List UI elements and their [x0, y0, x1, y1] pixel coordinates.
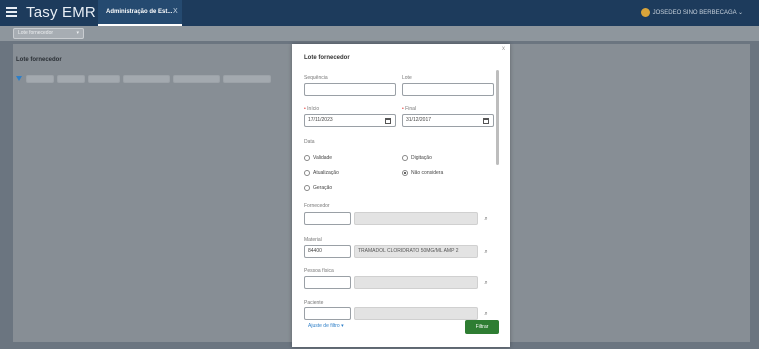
radio-digitacao-label: Digitação: [411, 155, 432, 161]
function-selector[interactable]: Lote fornecedor ▾: [13, 28, 84, 39]
calendar-icon[interactable]: [483, 118, 489, 124]
fornecedor-label: Fornecedor: [304, 203, 330, 209]
tab-label: Administração de Est...: [106, 9, 173, 15]
app-name: Tasy EMR: [26, 4, 96, 21]
final-date-input[interactable]: 31/12/2017: [402, 114, 494, 127]
material-name-field: TRAMADOL CLORIDRATO 50MG/ML AMP 2: [354, 245, 478, 258]
calendar-icon[interactable]: [385, 118, 391, 124]
material-code-input[interactable]: 84400: [304, 245, 351, 258]
radio-digitacao[interactable]: [402, 155, 408, 161]
tab-administracao[interactable]: Administração de Est... X: [98, 0, 182, 26]
page-title: Lote fornecedor: [16, 57, 62, 63]
radio-geracao[interactable]: [304, 185, 310, 191]
lookup-icon[interactable]: ⌕: [482, 310, 490, 318]
filter-chip[interactable]: [173, 75, 220, 83]
more-filters-link[interactable]: Ajuste de filtro ▾: [308, 323, 344, 329]
pessoa-fisica-name-field: [354, 276, 478, 289]
paciente-code-input[interactable]: [304, 307, 351, 320]
menu-icon[interactable]: [6, 7, 17, 17]
radio-atualizacao-label: Atualização: [313, 170, 339, 176]
lookup-icon[interactable]: ⌕: [482, 215, 490, 223]
final-label-text: Final: [405, 106, 416, 112]
function-bar: [0, 26, 759, 41]
filter-icon[interactable]: [16, 76, 22, 81]
material-label: Material: [304, 237, 322, 243]
close-icon[interactable]: X: [173, 8, 178, 15]
paciente-name-field: [354, 307, 478, 320]
radio-geracao-label: Geração: [313, 185, 333, 191]
sequencia-label: Sequência: [304, 75, 328, 81]
user-menu[interactable]: JOSEDEO SINO BERBECAGA ⌄: [640, 8, 743, 17]
avatar: [640, 8, 650, 17]
inicio-label-text: Início: [307, 106, 320, 112]
lookup-icon[interactable]: ⌕: [482, 248, 490, 256]
scrollbar[interactable]: [496, 70, 499, 165]
data-section-label: Data: [304, 139, 315, 145]
lote-input[interactable]: [402, 83, 494, 96]
required-icon: •: [304, 106, 306, 112]
radio-validade[interactable]: [304, 155, 310, 161]
required-icon: •: [402, 106, 404, 112]
inicio-label: • Início: [304, 106, 319, 112]
filter-chip[interactable]: [123, 75, 170, 83]
chevron-down-icon: ⌄: [737, 10, 743, 17]
lote-label: Lote: [402, 75, 412, 81]
close-icon[interactable]: x: [502, 46, 505, 52]
fornecedor-name-field: [354, 212, 478, 225]
inicio-value: 17/11/2023: [308, 117, 333, 123]
radio-nao-considera-label: Não considera: [411, 170, 444, 176]
inicio-date-input[interactable]: 17/11/2023: [304, 114, 396, 127]
top-bar: Tasy EMR Administração de Est... X JOSED…: [0, 0, 759, 26]
filter-chip[interactable]: [223, 75, 271, 83]
paciente-label: Paciente: [304, 300, 324, 306]
dialog-title: Lote fornecedor: [304, 55, 350, 61]
radio-validade-label: Validade: [313, 155, 333, 161]
filter-dialog: Lote fornecedor x Sequência Lote • Iníci…: [292, 44, 510, 347]
fornecedor-code-input[interactable]: [304, 212, 351, 225]
chevron-down-icon: ▾: [341, 323, 344, 329]
filter-chip[interactable]: [26, 75, 54, 83]
sequencia-input[interactable]: [304, 83, 396, 96]
chevron-down-icon: ▾: [76, 30, 79, 36]
lookup-icon[interactable]: ⌕: [482, 279, 490, 287]
pessoa-fisica-code-input[interactable]: [304, 276, 351, 289]
user-name: JOSEDEO SINO BERBECAGA: [652, 10, 737, 17]
final-label: • Final: [402, 106, 416, 112]
filter-chip[interactable]: [88, 75, 120, 83]
function-selector-label: Lote fornecedor: [18, 30, 54, 36]
radio-atualizacao[interactable]: [304, 170, 310, 176]
radio-nao-considera[interactable]: [402, 170, 408, 176]
final-value: 31/12/2017: [406, 117, 432, 123]
filter-chip[interactable]: [57, 75, 85, 83]
more-filters-label: Ajuste de filtro: [308, 323, 340, 329]
pessoa-fisica-label: Pessoa física: [304, 268, 334, 274]
filter-button[interactable]: Filtrar: [465, 320, 499, 334]
